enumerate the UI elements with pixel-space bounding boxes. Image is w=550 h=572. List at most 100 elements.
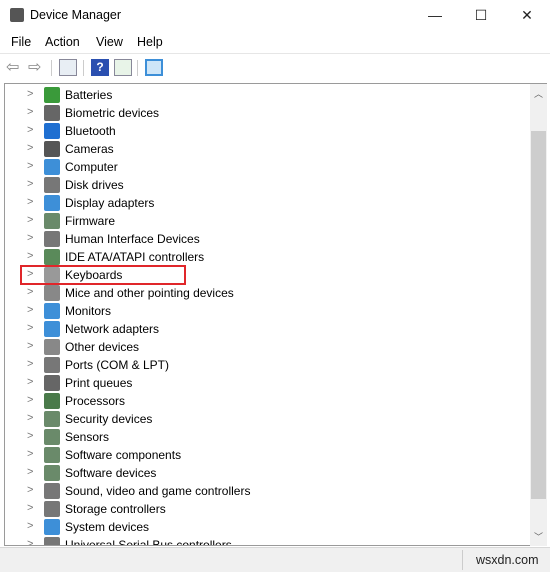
close-button[interactable]: ✕: [504, 0, 550, 31]
expand-chevron-icon[interactable]: >: [27, 502, 33, 514]
tree-item-bluetooth[interactable]: > Bluetooth: [5, 122, 525, 140]
expand-chevron-icon[interactable]: >: [27, 232, 33, 244]
tree-item-biometric-devices[interactable]: > Biometric devices: [5, 104, 525, 122]
tree-item-software-components[interactable]: > Software components: [5, 446, 525, 464]
tree-item-storage-controllers[interactable]: > Storage controllers: [5, 500, 525, 518]
minimize-button[interactable]: —: [412, 0, 458, 31]
properties-pane-icon[interactable]: [114, 59, 132, 76]
status-divider: [462, 550, 463, 570]
tree-item-human-interface-devices[interactable]: > Human Interface Devices: [5, 230, 525, 248]
tree-item-label: Storage controllers: [65, 502, 166, 516]
tree-item-computer[interactable]: > Computer: [5, 158, 525, 176]
expand-chevron-icon[interactable]: >: [27, 466, 33, 478]
device-category-icon: [44, 375, 60, 391]
forward-icon[interactable]: ⇨: [28, 59, 46, 76]
device-category-icon: [44, 411, 60, 427]
tree-item-security-devices[interactable]: > Security devices: [5, 410, 525, 428]
scroll-up-icon[interactable]: ︿: [530, 87, 547, 100]
menu-view[interactable]: View: [96, 35, 123, 49]
tree-item-firmware[interactable]: > Firmware: [5, 212, 525, 230]
toolbar-separator: [51, 60, 52, 76]
expand-chevron-icon[interactable]: >: [27, 394, 33, 406]
tree-item-label: Biometric devices: [65, 106, 160, 120]
menu-help[interactable]: Help: [137, 35, 163, 49]
scroll-down-icon[interactable]: ﹀: [530, 530, 547, 543]
expand-chevron-icon[interactable]: >: [27, 520, 33, 532]
tree-item-mice-and-other-pointing-devices[interactable]: > Mice and other pointing devices: [5, 284, 525, 302]
expand-chevron-icon[interactable]: >: [27, 430, 33, 442]
menu-file[interactable]: File: [11, 35, 31, 49]
show-hide-console-tree-icon[interactable]: [59, 59, 77, 76]
expand-chevron-icon[interactable]: >: [27, 286, 33, 298]
tree-item-system-devices[interactable]: > System devices: [5, 518, 525, 536]
tree-item-label: Software components: [65, 448, 182, 462]
tree-item-label: Human Interface Devices: [65, 232, 200, 246]
tree-item-print-queues[interactable]: > Print queues: [5, 374, 525, 392]
device-category-icon: [44, 123, 60, 139]
tree-item-label: Display adapters: [65, 196, 155, 210]
scan-hardware-icon[interactable]: [145, 59, 163, 76]
tree-item-ports-com-lpt[interactable]: > Ports (COM & LPT): [5, 356, 525, 374]
expand-chevron-icon[interactable]: >: [27, 322, 33, 334]
expand-chevron-icon[interactable]: >: [27, 376, 33, 388]
help-icon[interactable]: ?: [91, 59, 109, 76]
tree-item-label: Sensors: [65, 430, 110, 444]
expand-chevron-icon[interactable]: >: [27, 250, 33, 262]
tree-item-label: Bluetooth: [65, 124, 116, 138]
maximize-button[interactable]: ☐: [458, 0, 504, 31]
expand-chevron-icon[interactable]: >: [27, 448, 33, 460]
expand-chevron-icon[interactable]: >: [27, 124, 33, 136]
tree-item-label: Software devices: [65, 466, 157, 480]
expand-chevron-icon[interactable]: >: [27, 160, 33, 172]
device-category-icon: [44, 465, 60, 481]
back-icon[interactable]: ⇦: [6, 59, 24, 76]
tree-item-label: Sound, video and game controllers: [65, 484, 251, 498]
tree-item-label: Ports (COM & LPT): [65, 358, 170, 372]
tree-item-label: Monitors: [65, 304, 112, 318]
tree-item-label: Batteries: [65, 88, 113, 102]
tree-item-processors[interactable]: > Processors: [5, 392, 525, 410]
tree-item-network-adapters[interactable]: > Network adapters: [5, 320, 525, 338]
tree-item-label: Cameras: [65, 142, 114, 156]
expand-chevron-icon[interactable]: >: [27, 484, 33, 496]
toolbar-separator: [137, 60, 138, 76]
tree-item-software-devices[interactable]: > Software devices: [5, 464, 525, 482]
device-tree: > Batteries > Biometric devices > Bluetooth > C…: [4, 83, 530, 546]
tree-item-label: Mice and other pointing devices: [65, 286, 234, 300]
tree-item-sensors[interactable]: > Sensors: [5, 428, 525, 446]
expand-chevron-icon[interactable]: >: [27, 88, 33, 100]
tree-item-universal-serial-bus-controllers[interactable]: > Universal Serial Bus controllers: [5, 536, 525, 545]
device-category-icon: [44, 447, 60, 463]
device-category-icon: [44, 249, 60, 265]
tree-item-disk-drives[interactable]: > Disk drives: [5, 176, 525, 194]
expand-chevron-icon[interactable]: >: [27, 304, 33, 316]
device-category-icon: [44, 339, 60, 355]
expand-chevron-icon[interactable]: >: [27, 142, 33, 154]
expand-chevron-icon[interactable]: >: [27, 178, 33, 190]
tree-item-label: Other devices: [65, 340, 140, 354]
expand-chevron-icon[interactable]: >: [27, 106, 33, 118]
tree-item-sound-video-and-game-controllers[interactable]: > Sound, video and game controllers: [5, 482, 525, 500]
tree-item-ide-ata-atapi-controllers[interactable]: > IDE ATA/ATAPI controllers: [5, 248, 525, 266]
expand-chevron-icon[interactable]: >: [27, 340, 33, 352]
expand-chevron-icon[interactable]: >: [27, 538, 33, 545]
expand-chevron-icon[interactable]: >: [27, 196, 33, 208]
vertical-scrollbar[interactable]: ︿ ﹀: [530, 83, 547, 546]
tree-item-batteries[interactable]: > Batteries: [5, 86, 525, 104]
tree-item-other-devices[interactable]: > Other devices: [5, 338, 525, 356]
expand-chevron-icon[interactable]: >: [27, 214, 33, 226]
tree-item-label: Computer: [65, 160, 118, 174]
device-category-icon: [44, 357, 60, 373]
tree-item-display-adapters[interactable]: > Display adapters: [5, 194, 525, 212]
device-category-icon: [44, 141, 60, 157]
menu-action[interactable]: Action: [45, 35, 80, 49]
toolbar-separator: [83, 60, 84, 76]
tree-item-cameras[interactable]: > Cameras: [5, 140, 525, 158]
scrollbar-thumb[interactable]: [531, 131, 546, 499]
expand-chevron-icon[interactable]: >: [27, 358, 33, 370]
tree-item-label: Processors: [65, 394, 126, 408]
status-bar: wsxdn.com: [0, 547, 550, 572]
expand-chevron-icon[interactable]: >: [27, 412, 33, 424]
tree-item-label: Network adapters: [65, 322, 160, 336]
tree-item-monitors[interactable]: > Monitors: [5, 302, 525, 320]
